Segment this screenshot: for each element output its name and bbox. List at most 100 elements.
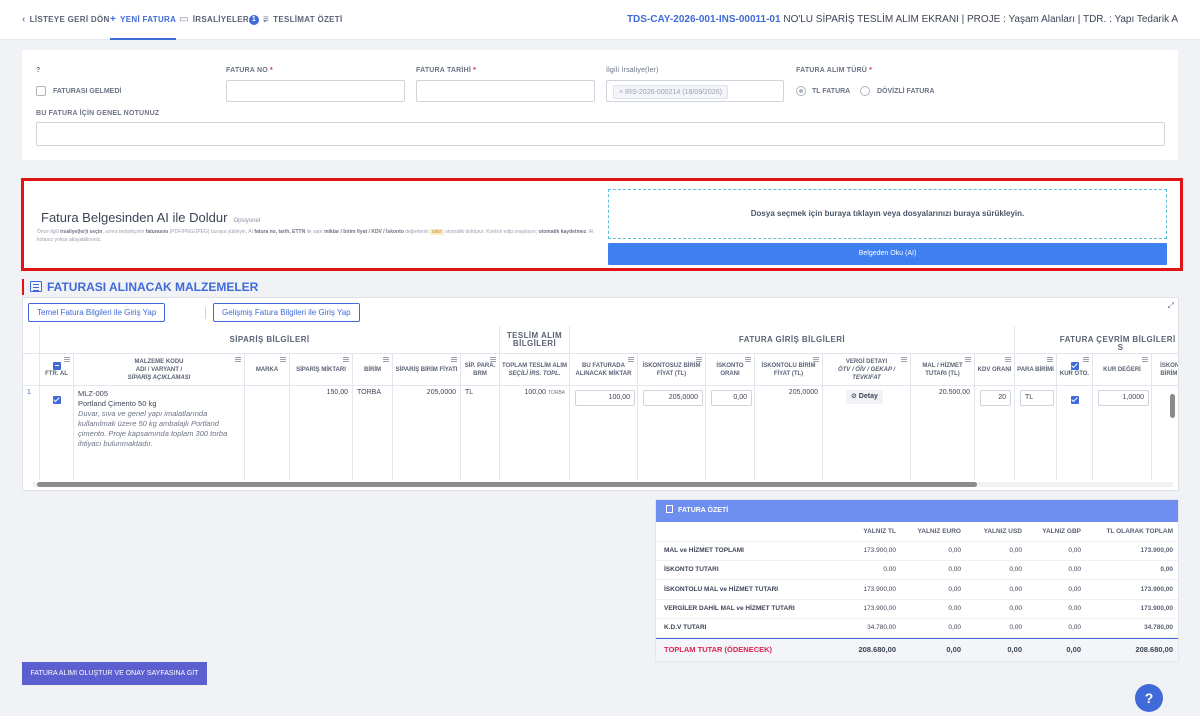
scroll-thumb[interactable] bbox=[1170, 394, 1175, 418]
rate-auto-checkbox[interactable] bbox=[1070, 396, 1079, 404]
help-button[interactable]: ? bbox=[1135, 684, 1163, 712]
calculator-icon bbox=[666, 505, 673, 513]
column-menu-icon[interactable] bbox=[813, 357, 819, 362]
ai-desc-bold: fatura no, tarih, ETTN bbox=[254, 229, 306, 235]
col-label: TOPLAM TESLİM ALIM bbox=[502, 362, 567, 369]
column-menu-icon[interactable] bbox=[1083, 357, 1089, 362]
summary-col-header: YALNIZ TL bbox=[863, 528, 896, 535]
no-invoice-checkbox[interactable] bbox=[36, 86, 46, 96]
rate-auto-all-checkbox[interactable] bbox=[1070, 361, 1079, 370]
scroll-thumb[interactable] bbox=[37, 482, 977, 487]
col-label: BU FATURADA ALINACAK MİKTAR bbox=[575, 362, 632, 377]
row-divider bbox=[656, 579, 1178, 581]
expand-icon[interactable]: ⤢ bbox=[1168, 301, 1174, 311]
invoice-qty-input[interactable]: 100,00 bbox=[575, 390, 635, 406]
vertical-scrollbar[interactable] bbox=[1169, 388, 1176, 480]
column-menu-icon[interactable] bbox=[901, 357, 907, 362]
col-label: SİP. PARA. BRM bbox=[464, 362, 496, 377]
column-menu-icon[interactable] bbox=[490, 357, 496, 362]
undiscounted-price-input[interactable]: 205,0000 bbox=[643, 390, 703, 406]
row-number-cell: 1 bbox=[23, 386, 40, 480]
column-menu-icon[interactable] bbox=[383, 357, 389, 362]
file-dropzone[interactable]: Dosya seçmek için buraya tıklayın veya d… bbox=[608, 189, 1167, 239]
page-title: TDS-CAY-2026-001-INS-00011-01 NO'LU SİPA… bbox=[627, 0, 1178, 40]
column-menu-icon[interactable] bbox=[696, 357, 702, 362]
line-total-cell: 20.500,00 bbox=[911, 386, 975, 480]
column-menu-icon[interactable] bbox=[965, 357, 971, 362]
row-select-checkbox[interactable] bbox=[52, 396, 61, 404]
tl-invoice-radio[interactable] bbox=[796, 86, 806, 96]
basic-entry-button[interactable]: Temel Fatura Bilgileri ile Giriş Yap bbox=[28, 303, 166, 322]
invoice-no-label-text: FATURA NO bbox=[226, 67, 268, 74]
back-label: LİSTEYE GERİ DÖN bbox=[29, 15, 110, 24]
col-material-code: MALZEME KODU ADI / VARYANT / SİPARİŞ AÇIKL… bbox=[74, 354, 245, 386]
column-menu-icon[interactable] bbox=[280, 357, 286, 362]
invoice-form: ? FATURASI GELMEDİ FATURA NO * FATURA TA… bbox=[22, 50, 1178, 160]
summary-label: TESLİMAT ÖZETİ bbox=[273, 15, 343, 24]
rate-value-cell: 1,0000 bbox=[1093, 386, 1152, 480]
material-name: Portland Çimento 50 kg bbox=[78, 399, 157, 408]
order-qty: 150,00 bbox=[326, 389, 348, 396]
col-discounted-price: İSKONTOLU BİRİM FİYAT (TL) bbox=[755, 354, 823, 386]
select-all-checkbox[interactable] bbox=[52, 361, 61, 370]
create-invoice-button[interactable]: FATURA ALIMI OLUŞTUR VE ONAY SAYFASINA G… bbox=[22, 662, 207, 685]
group-delivery-info: TESLİM ALIM BİLGİLERİ bbox=[500, 326, 570, 354]
col-label: İSKONTOLU BİRİM FİYAT (TL) bbox=[761, 362, 816, 377]
currency-value: TL bbox=[465, 389, 474, 396]
column-menu-icon[interactable] bbox=[64, 357, 70, 362]
general-note-textarea[interactable] bbox=[36, 122, 1165, 146]
back-to-list-link[interactable]: ‹ LİSTEYE GERİ DÖN bbox=[22, 0, 110, 40]
col-label: MAL / HİZMET TUTARI (TL) bbox=[922, 362, 963, 377]
tax-detail-cell: ⊘ Detay bbox=[823, 386, 911, 480]
irsaliye-tag[interactable]: × IRS-2026-000214 (18/09/2026) bbox=[613, 85, 728, 99]
column-menu-icon[interactable] bbox=[1142, 357, 1148, 362]
col-label: PARA BİRİMİ bbox=[1017, 366, 1054, 373]
summary-value: 34.780,00 bbox=[867, 624, 896, 632]
fx-invoice-radio[interactable] bbox=[860, 86, 870, 96]
chevron-left-icon: ‹ bbox=[22, 14, 26, 25]
unit-price-cell: 205,0000 bbox=[393, 386, 461, 480]
truck-icon: ▭ bbox=[179, 14, 189, 25]
optional-label: Opsiyonel bbox=[233, 218, 261, 224]
undiscounted-price-cell: 205,0000 bbox=[638, 386, 706, 480]
top-nav: ‹ LİSTEYE GERİ DÖN + YENİ FATURA ▭ İRSALİYE… bbox=[0, 0, 1200, 40]
summary-value: 173.900,00 bbox=[863, 604, 896, 612]
irsaliye-multiselect[interactable]: × IRS-2026-000214 (18/09/2026) bbox=[606, 80, 784, 102]
column-menu-icon[interactable] bbox=[1047, 357, 1053, 362]
tab-irsaliyeler[interactable]: ▭ İRSALİYELER 1 ⌄ bbox=[179, 0, 268, 40]
ai-panel-title: Fatura Belgesinden AI ile Doldur Opsiyone… bbox=[41, 210, 260, 225]
column-menu-icon[interactable] bbox=[451, 357, 457, 362]
tax-detail-button[interactable]: ⊘ Detay bbox=[846, 390, 883, 404]
col-kdv: KDV Oranı bbox=[975, 354, 1015, 386]
plus-icon: + bbox=[110, 14, 117, 25]
invoice-date-label: FATURA TARİHİ * bbox=[416, 67, 476, 74]
materials-table-card: Temel Fatura Bilgileri ile Giriş Yap Gel… bbox=[22, 297, 1179, 491]
currency-type-select[interactable]: TL bbox=[1020, 390, 1054, 406]
col-tax-detail: VERGİ DETAYI ÖTV / ÖİV / GEKAP / Tevkifat bbox=[823, 354, 911, 386]
tab-delivery-summary[interactable]: ≡ TESLİMAT ÖZETİ bbox=[263, 0, 343, 40]
horizontal-scrollbar[interactable] bbox=[33, 482, 1173, 487]
column-menu-icon[interactable] bbox=[343, 357, 349, 362]
required-mark: * bbox=[473, 67, 477, 74]
column-menu-icon[interactable] bbox=[1005, 357, 1011, 362]
brand-cell bbox=[245, 386, 290, 480]
column-menu-icon[interactable] bbox=[745, 357, 751, 362]
unit-value: TORBA bbox=[357, 389, 381, 396]
kdv-input[interactable]: 20 bbox=[980, 390, 1011, 406]
rate-value-input[interactable]: 1,0000 bbox=[1098, 390, 1149, 406]
invoice-no-input[interactable] bbox=[226, 80, 405, 102]
summary-row-label: İSKONTOLU MAL ve HİZMET TUTARI bbox=[664, 585, 779, 593]
read-from-document-button[interactable]: Belgeden Oku (AI) bbox=[608, 243, 1167, 265]
summary-value: 0,00 bbox=[948, 547, 961, 554]
materials-section-title: FATURASI ALINACAK MALZEMELER bbox=[22, 279, 258, 295]
col-brand: MARKA bbox=[245, 354, 290, 386]
summary-row-label: K.D.V TUTARI bbox=[664, 624, 707, 632]
column-menu-icon[interactable] bbox=[235, 357, 241, 362]
summary-value: 0,00 bbox=[1068, 547, 1081, 554]
invoice-date-input[interactable] bbox=[416, 80, 595, 102]
summary-header: FATURA ÖZETİ bbox=[656, 500, 1178, 522]
advanced-entry-button[interactable]: Gelişmiş Fatura Bilgileri ile Giriş Yap bbox=[213, 303, 360, 322]
discount-rate-input[interactable]: 0,00 bbox=[711, 390, 752, 406]
column-menu-icon[interactable] bbox=[628, 357, 634, 362]
tab-new-invoice[interactable]: + YENİ FATURA bbox=[110, 0, 177, 40]
